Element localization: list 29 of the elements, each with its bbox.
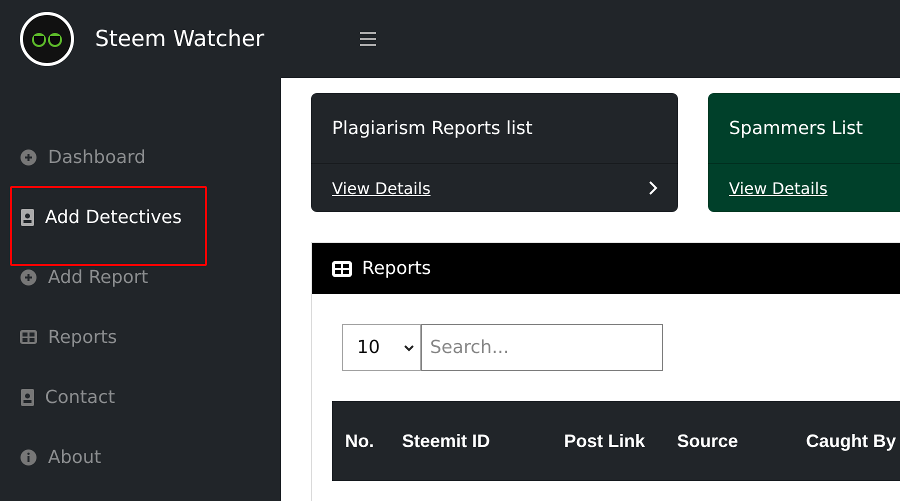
sidebar-item[interactable]: About bbox=[0, 427, 102, 487]
panel-title: Reports bbox=[362, 258, 432, 279]
chevron-down-icon bbox=[404, 344, 414, 352]
sidebar-item[interactable]: Add Report bbox=[0, 247, 148, 307]
sidebar-item[interactable]: Dashboard bbox=[0, 127, 146, 187]
page-size-select[interactable]: 10 bbox=[342, 324, 421, 371]
sidebar-item[interactable]: Contact bbox=[0, 367, 116, 427]
table-icon bbox=[332, 260, 352, 276]
column-header: Post Link bbox=[564, 430, 646, 453]
owl-eyes-logo bbox=[20, 12, 74, 66]
brand-title: Steem Watcher bbox=[95, 26, 266, 52]
sidebar-item[interactable]: Add Detectives bbox=[0, 187, 182, 247]
column-header: Source bbox=[677, 430, 740, 453]
table-icon bbox=[20, 328, 37, 346]
view-details-link[interactable]: View Details bbox=[332, 178, 431, 198]
id-card-icon bbox=[20, 388, 37, 406]
id-card-icon bbox=[20, 208, 37, 226]
card-title: Spammers List bbox=[708, 93, 900, 164]
plus-circle-icon bbox=[20, 268, 37, 286]
info-icon bbox=[20, 448, 37, 466]
sidebar-item[interactable]: Reports bbox=[0, 307, 118, 367]
column-header: Caught By bbox=[806, 430, 897, 453]
search-field[interactable]: Search... bbox=[421, 324, 663, 371]
view-details-link[interactable]: View Details bbox=[729, 178, 828, 198]
chevron-right-icon bbox=[648, 181, 658, 195]
card-title: Plagiarism Reports list bbox=[311, 93, 678, 164]
plus-circle-icon bbox=[20, 148, 37, 166]
column-header: Steemit ID bbox=[402, 430, 492, 453]
column-header: No. bbox=[345, 430, 375, 453]
